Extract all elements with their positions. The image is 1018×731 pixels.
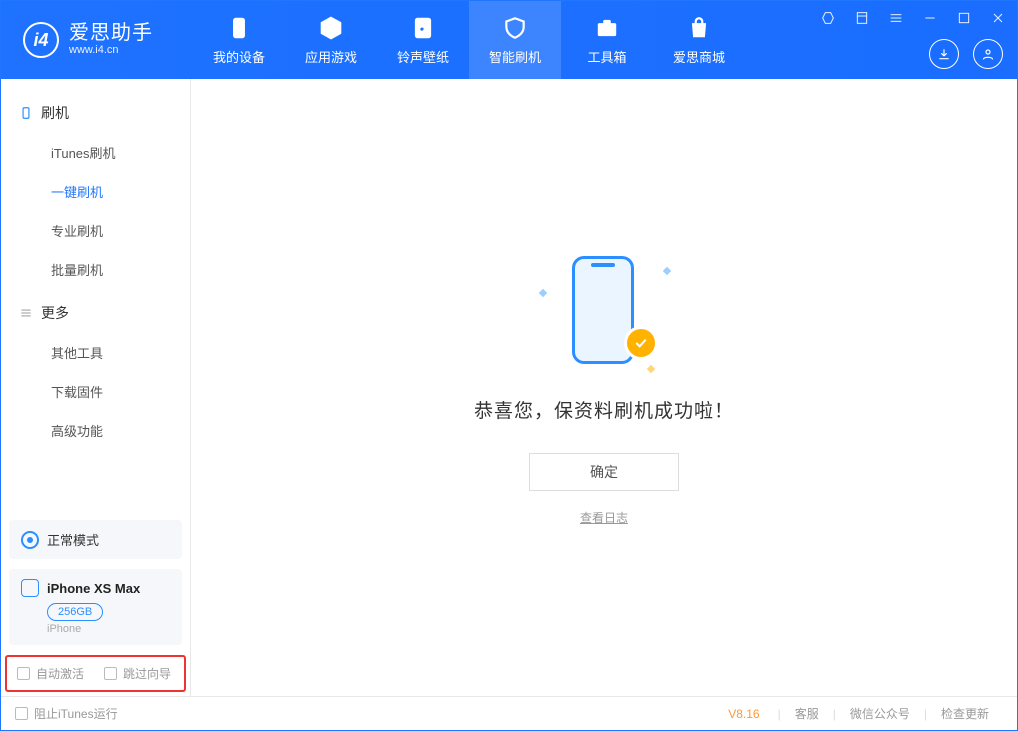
nav-other-tools[interactable]: 其他工具 — [1, 333, 190, 372]
nav-itunes-flash[interactable]: iTunes刷机 — [1, 133, 190, 172]
body: 刷机 iTunes刷机 一键刷机 专业刷机 批量刷机 更多 其他工具 下载固件 … — [1, 79, 1017, 696]
checkbox-icon — [17, 667, 30, 680]
device-type: iPhone — [47, 623, 170, 635]
header-right-icons — [929, 39, 1003, 69]
cube-icon — [318, 15, 344, 41]
section-more: 更多 — [1, 293, 190, 333]
music-file-icon — [410, 15, 436, 41]
checkbox-icon — [104, 667, 117, 680]
wechat-link[interactable]: 微信公众号 — [836, 705, 924, 722]
checkbox-label: 阻止iTunes运行 — [34, 705, 118, 722]
close-button[interactable] — [987, 7, 1009, 29]
tab-label: 工具箱 — [587, 47, 626, 66]
tab-label: 智能刷机 — [489, 47, 541, 66]
nav-pro-flash[interactable]: 专业刷机 — [1, 211, 190, 250]
tab-smart-flash[interactable]: 智能刷机 — [469, 1, 561, 79]
check-badge-icon — [624, 326, 658, 360]
app-window: i4 爱思助手 www.i4.cn 我的设备 应用游戏 铃声壁纸 智能刷机 — [0, 0, 1018, 731]
tab-label: 爱思商城 — [673, 47, 725, 66]
checkbox-skip-guide[interactable]: 跳过向导 — [104, 665, 171, 682]
tab-my-device[interactable]: 我的设备 — [193, 1, 285, 79]
nav-onekey-flash[interactable]: 一键刷机 — [1, 172, 190, 211]
device-info-box[interactable]: iPhone XS Max 256GB iPhone — [9, 569, 182, 645]
device-capacity: 256GB — [47, 603, 103, 621]
main-panel: 恭喜您，保资料刷机成功啦！ 确定 查看日志 — [191, 79, 1017, 696]
phone-icon — [226, 15, 252, 41]
maximize-button[interactable] — [953, 7, 975, 29]
list-icon — [19, 306, 33, 320]
tab-label: 铃声壁纸 — [397, 47, 449, 66]
logo-block: i4 爱思助手 www.i4.cn — [1, 22, 193, 58]
version-label: V8.16 — [728, 707, 759, 721]
checkbox-label: 跳过向导 — [123, 665, 171, 682]
tab-label: 我的设备 — [213, 47, 265, 66]
checkbox-icon — [15, 707, 28, 720]
checkbox-label: 自动激活 — [36, 665, 84, 682]
sidebar-nav: 刷机 iTunes刷机 一键刷机 专业刷机 批量刷机 更多 其他工具 下载固件 … — [1, 79, 190, 520]
app-title: 爱思助手 — [69, 22, 153, 44]
section-label: 更多 — [41, 303, 69, 323]
header-tabs: 我的设备 应用游戏 铃声壁纸 智能刷机 工具箱 爱思商城 — [193, 1, 745, 79]
support-link[interactable]: 客服 — [781, 705, 833, 722]
tab-apps[interactable]: 应用游戏 — [285, 1, 377, 79]
app-subtitle: www.i4.cn — [69, 44, 153, 57]
checkbox-block-itunes[interactable]: 阻止iTunes运行 — [15, 705, 118, 722]
window-controls — [817, 7, 1009, 29]
checkbox-auto-activate[interactable]: 自动激活 — [17, 665, 84, 682]
section-label: 刷机 — [41, 103, 69, 123]
account-button[interactable] — [973, 39, 1003, 69]
status-dot-icon — [21, 531, 39, 549]
success-illustration — [544, 250, 664, 370]
options-row: 自动激活 跳过向导 — [5, 655, 186, 692]
ok-button[interactable]: 确定 — [529, 453, 679, 491]
shield-refresh-icon — [502, 15, 528, 41]
tab-store[interactable]: 爱思商城 — [653, 1, 745, 79]
briefcase-icon — [594, 15, 620, 41]
section-flash: 刷机 — [1, 93, 190, 133]
device-mode-box[interactable]: 正常模式 — [9, 520, 182, 559]
device-name: iPhone XS Max — [47, 581, 140, 596]
device-mode-label: 正常模式 — [47, 530, 99, 549]
theme-icon[interactable] — [817, 7, 839, 29]
check-update-link[interactable]: 检查更新 — [927, 705, 1003, 722]
tab-ringtones[interactable]: 铃声壁纸 — [377, 1, 469, 79]
nav-firmware[interactable]: 下载固件 — [1, 372, 190, 411]
view-log-link[interactable]: 查看日志 — [580, 509, 628, 526]
bag-icon — [686, 15, 712, 41]
device-area: 正常模式 iPhone XS Max 256GB iPhone — [1, 520, 190, 651]
titlebar: i4 爱思助手 www.i4.cn 我的设备 应用游戏 铃声壁纸 智能刷机 — [1, 1, 1017, 79]
device-icon — [21, 579, 39, 597]
nav-batch-flash[interactable]: 批量刷机 — [1, 250, 190, 289]
nav-advanced[interactable]: 高级功能 — [1, 411, 190, 450]
tab-toolbox[interactable]: 工具箱 — [561, 1, 653, 79]
minimize-button[interactable] — [919, 7, 941, 29]
logo-icon: i4 — [23, 22, 59, 58]
menu-icon[interactable] — [885, 7, 907, 29]
download-button[interactable] — [929, 39, 959, 69]
success-headline: 恭喜您，保资料刷机成功啦！ — [474, 396, 734, 423]
footer: 阻止iTunes运行 V8.16 | 客服 | 微信公众号 | 检查更新 — [1, 696, 1017, 730]
phone-small-icon — [19, 106, 33, 120]
notes-icon[interactable] — [851, 7, 873, 29]
tab-label: 应用游戏 — [305, 47, 357, 66]
sidebar: 刷机 iTunes刷机 一键刷机 专业刷机 批量刷机 更多 其他工具 下载固件 … — [1, 79, 191, 696]
